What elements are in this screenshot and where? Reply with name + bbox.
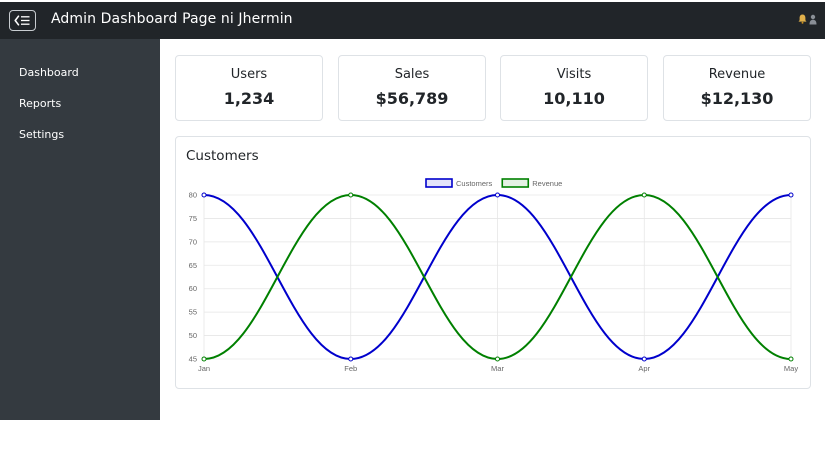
data-point-revenue xyxy=(201,356,207,362)
dashboard-page: Admin Dashboard Page ni Jhermin Dashboar… xyxy=(0,0,825,466)
data-point-customers xyxy=(788,192,794,198)
stat-card-sales: Sales $56,789 xyxy=(338,55,486,121)
data-point-revenue xyxy=(348,192,354,198)
stat-label: Revenue xyxy=(708,67,766,82)
stat-card-revenue: Revenue $12,130 xyxy=(663,55,811,121)
topbar-icons xyxy=(798,14,817,25)
legend-label-revenue: Revenue xyxy=(532,179,562,188)
sidebar-item-settings[interactable]: Settings xyxy=(19,128,64,141)
y-tick-label: 65 xyxy=(189,261,197,270)
legend-label-customers: Customers xyxy=(456,179,493,188)
data-point-customers xyxy=(641,356,647,362)
stat-card-users: Users 1,234 xyxy=(175,55,323,121)
legend-swatch-customers xyxy=(425,178,453,188)
data-point-customers xyxy=(201,192,207,198)
x-tick-label: Jan xyxy=(198,364,210,373)
stat-value: 10,110 xyxy=(543,89,605,108)
stat-label: Visits xyxy=(556,67,592,82)
x-tick-label: Mar xyxy=(491,364,504,373)
stat-card-visits: Visits 10,110 xyxy=(500,55,648,121)
y-tick-label: 70 xyxy=(189,237,197,246)
y-tick-label: 80 xyxy=(189,191,197,200)
bell-icon[interactable] xyxy=(798,14,807,24)
data-point-customers xyxy=(348,356,354,362)
user-icon[interactable] xyxy=(809,14,817,25)
data-point-revenue xyxy=(788,356,794,362)
x-tick-label: Feb xyxy=(344,364,357,373)
stat-value: 1,234 xyxy=(223,89,275,108)
y-tick-label: 50 xyxy=(189,331,197,340)
customers-chart-card: Customers 45 50 55 60 65 70 75 80 Jan Feb Mar Apr Ma… xyxy=(175,136,811,389)
sidebar-item-reports[interactable]: Reports xyxy=(19,97,61,110)
stat-value: $56,789 xyxy=(375,89,449,108)
app-title: Admin Dashboard Page ni Jhermin xyxy=(51,11,293,27)
y-tick-label: 75 xyxy=(189,214,197,223)
sidebar-toggle-button[interactable] xyxy=(9,10,36,31)
data-point-revenue xyxy=(641,192,647,198)
y-tick-label: 60 xyxy=(189,284,197,293)
y-tick-label: 55 xyxy=(189,308,197,317)
x-tick-label: Apr xyxy=(638,364,650,373)
stat-label: Users xyxy=(230,67,268,82)
stat-value: $12,130 xyxy=(700,89,774,108)
sidebar: Dashboard Reports Settings xyxy=(0,39,160,420)
x-tick-label: May xyxy=(784,364,798,373)
data-point-customers xyxy=(495,192,500,198)
sidebar-toggle-icon xyxy=(14,15,30,26)
y-tick-label: 45 xyxy=(189,355,197,364)
stat-label: Sales xyxy=(394,67,430,82)
legend-swatch-revenue xyxy=(501,178,530,188)
data-point-revenue xyxy=(495,356,500,362)
sidebar-item-dashboard[interactable]: Dashboard xyxy=(19,66,79,79)
line-chart: 45 50 55 60 65 70 75 80 Jan Feb Mar Apr May Customers… xyxy=(189,178,798,373)
top-navbar: Admin Dashboard Page ni Jhermin xyxy=(0,2,825,39)
